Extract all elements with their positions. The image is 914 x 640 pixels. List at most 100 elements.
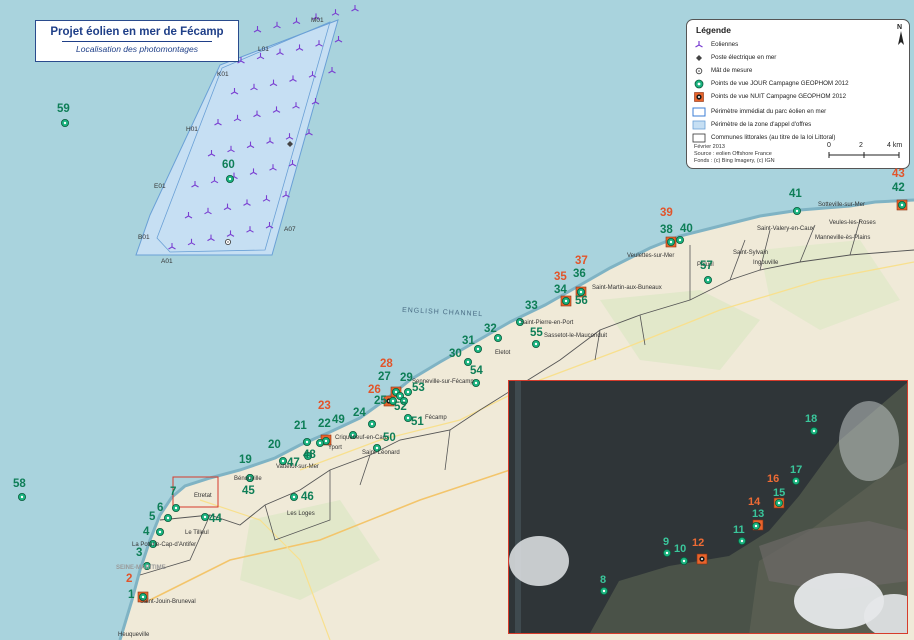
legend-date: Février 2013 [694, 144, 725, 150]
night-viewpoint-label: 2 [126, 573, 133, 585]
day-viewpoint-label: 30 [449, 348, 462, 360]
place-label: Heuqueville [118, 632, 150, 638]
north-arrow-icon: N [897, 24, 909, 47]
day-viewpoint-24[interactable] [367, 419, 376, 428]
day-viewpoint-34[interactable] [562, 296, 571, 305]
place-label: Les Loges [287, 511, 315, 517]
grid-label: A07 [284, 226, 296, 233]
place-label: Saint-Pierre-en-Port [520, 320, 574, 326]
day-viewpoint-48[interactable] [315, 438, 324, 447]
day-viewpoint-label: 13 [752, 508, 765, 520]
scale-label: 4 km [887, 142, 903, 149]
day-viewpoint-label: 40 [680, 223, 693, 235]
day-viewpoint-label: 29 [400, 372, 413, 384]
legend-item: Mât de mesure [711, 67, 753, 74]
wind-farm-perimeter-swatch [692, 107, 706, 117]
day-viewpoint-label: 58 [13, 478, 26, 490]
day-viewpoint-label: 53 [412, 382, 425, 394]
turbine-icon [253, 26, 262, 33]
day-viewpoint-40[interactable] [676, 235, 685, 244]
day-viewpoint-9[interactable] [662, 548, 671, 557]
night-viewpoint-label: 43 [892, 168, 905, 180]
day-viewpoint-label: 60 [222, 159, 235, 171]
turbine-icon [328, 67, 336, 74]
grid-label: H01 [186, 126, 198, 133]
tender-zone-swatch [692, 120, 706, 130]
met-mast-icon [695, 67, 703, 75]
day-viewpoint-44[interactable] [200, 513, 209, 522]
day-viewpoint-label: 47 [287, 457, 300, 469]
place-label: Fécamp [425, 415, 447, 421]
turbine-icon [292, 17, 301, 25]
legend-item: Communes littorales (au titre de la loi … [711, 134, 836, 141]
day-viewpoint-label: 55 [530, 327, 543, 339]
day-viewpoint-13[interactable] [751, 521, 760, 530]
met-mast-icon [224, 238, 232, 246]
day-viewpoint-icon [694, 79, 704, 89]
place-label: Sotteville-sur-Mer [818, 202, 866, 208]
day-viewpoint-8[interactable] [600, 586, 609, 595]
map-subtitle: Localisation des photomontages [76, 44, 198, 54]
place-label: Etretat [194, 493, 212, 499]
grid-label: E01 [154, 183, 166, 190]
day-viewpoint-57[interactable] [704, 275, 713, 284]
night-viewpoint-label: 14 [748, 496, 761, 508]
place-label: Ingouville [753, 260, 779, 266]
day-viewpoint-label: 20 [268, 439, 281, 451]
legend-fond: Fonds : (c) Bing Imagery, (c) IGN [694, 158, 775, 164]
title-box: Projet éolien en mer de Fécamp Localisat… [35, 20, 239, 62]
day-viewpoint-5[interactable] [155, 528, 164, 537]
night-viewpoint-label: 12 [692, 537, 705, 549]
day-viewpoint-53[interactable] [403, 387, 412, 396]
day-viewpoint-58[interactable] [17, 492, 26, 501]
scale-bar [827, 152, 901, 158]
day-viewpoint-label: 46 [301, 491, 314, 503]
day-viewpoint-32[interactable] [493, 333, 502, 342]
place-label: Saint-Jouin-Bruneval [140, 599, 196, 605]
day-viewpoint-label: 36 [573, 268, 586, 280]
day-viewpoint-18[interactable] [809, 427, 818, 436]
day-viewpoint-59[interactable] [61, 119, 70, 128]
night-viewpoint-12[interactable] [696, 553, 708, 565]
legend-item: Points de vue JOUR Campagne GEOPHOM 2012 [711, 80, 849, 87]
night-viewpoint-label: 35 [554, 271, 567, 283]
day-viewpoint-7[interactable] [171, 503, 180, 512]
place-label: Manneville-ès-Plains [815, 235, 871, 241]
scale-label: 2 [859, 142, 863, 149]
day-viewpoint-label: 34 [554, 284, 567, 296]
day-viewpoint-label: 1 [128, 589, 135, 601]
place-label: Sassetot-le-Mauconduit [544, 333, 608, 339]
day-viewpoint-label: 7 [170, 486, 177, 498]
day-viewpoint-label: 57 [700, 260, 713, 272]
day-viewpoint-17[interactable] [791, 477, 800, 486]
day-viewpoint-42[interactable] [898, 200, 907, 209]
day-viewpoint-10[interactable] [679, 556, 688, 565]
day-viewpoint-38[interactable] [667, 237, 676, 246]
day-viewpoint-55[interactable] [532, 339, 541, 348]
day-viewpoint-label: 22 [318, 418, 331, 430]
place-label: Criquebeuf-en-Caux [335, 435, 390, 441]
scale-label: 0 [827, 142, 831, 149]
day-viewpoint-label: 11 [733, 524, 745, 536]
day-viewpoint-label: 52 [394, 401, 407, 413]
etretat-inset: 12 14 16 8 9 10 11 13 15 17 18 [508, 380, 908, 634]
day-viewpoint-15[interactable] [774, 499, 783, 508]
day-viewpoint-41[interactable] [793, 206, 802, 215]
day-viewpoint-6[interactable] [163, 514, 172, 523]
day-viewpoint-21[interactable] [302, 437, 311, 446]
north-label: N [897, 24, 903, 31]
day-viewpoint-label: 56 [575, 295, 588, 307]
turbine-icon [695, 41, 703, 48]
day-viewpoint-label: 41 [789, 188, 802, 200]
day-viewpoint-46[interactable] [289, 492, 298, 501]
legend-source: Source : eolien Offshore France [694, 151, 772, 157]
grid-label: K01 [217, 71, 229, 78]
turbine-icon [351, 5, 359, 12]
turbine-icon [334, 36, 343, 43]
day-viewpoint-label: 9 [663, 536, 670, 548]
map[interactable]: Projet éolien en mer de Fécamp Localisat… [0, 0, 914, 640]
day-viewpoint-60[interactable] [225, 174, 234, 183]
day-viewpoint-31[interactable] [473, 344, 482, 353]
day-viewpoint-11[interactable] [737, 536, 746, 545]
place-label: Saint-Martin-aux-Buneaux [592, 285, 662, 291]
